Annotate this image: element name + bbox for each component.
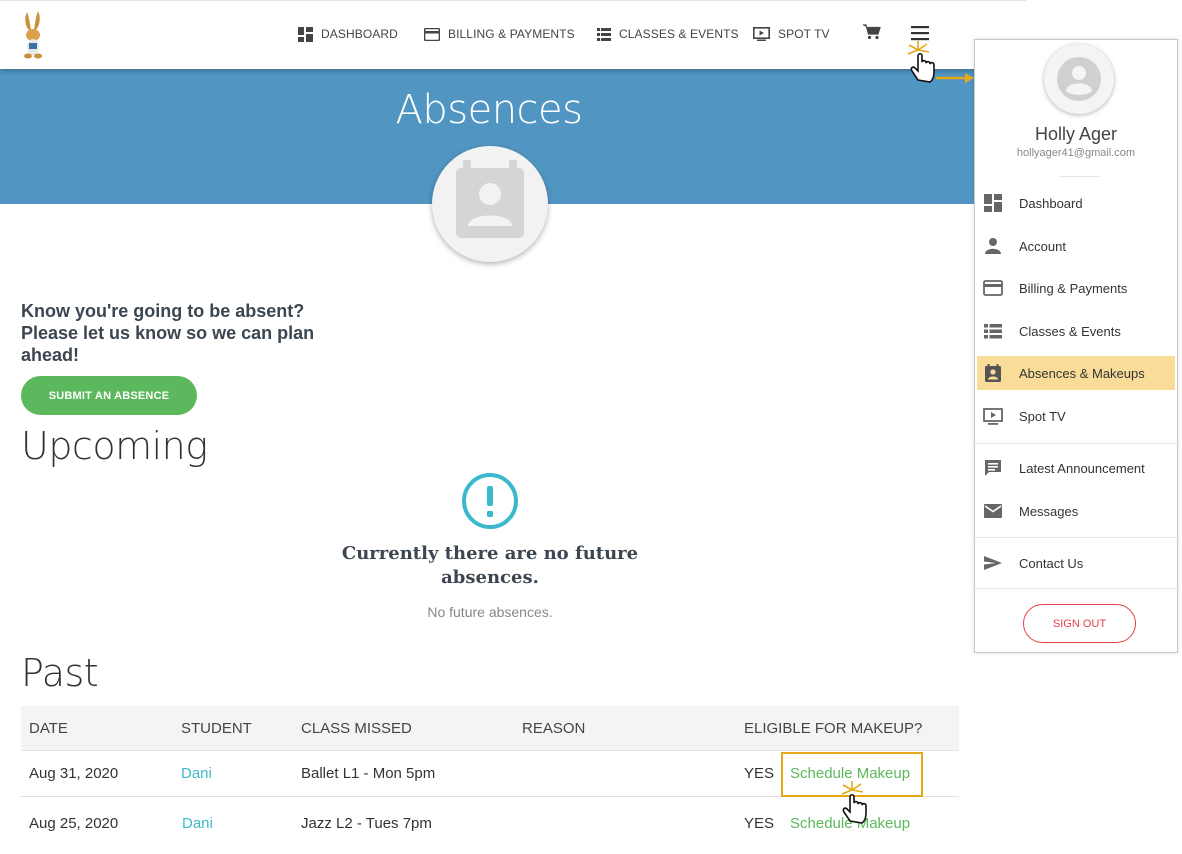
menu-divider [975, 537, 1177, 538]
user-avatar[interactable] [1044, 44, 1114, 114]
menu-divider [975, 443, 1177, 444]
row-date: Aug 25, 2020 [29, 815, 119, 832]
menu-item-spottv[interactable]: Spot TV [977, 399, 1175, 433]
row-student-link[interactable]: Dani [182, 815, 213, 832]
sign-out-button[interactable]: SIGN OUT [1023, 604, 1136, 643]
send-icon [984, 556, 1002, 570]
nav-dashboard[interactable]: DASHBOARD [298, 22, 398, 46]
user-menu-panel: Holly Ager hollyager41@gmail.com Dashboa… [974, 39, 1178, 653]
col-reason: REASON [522, 720, 586, 737]
menu-item-label: Billing & Payments [1019, 280, 1128, 296]
credit-card-icon [983, 280, 1003, 296]
nav-billing[interactable]: BILLING & PAYMENTS [424, 22, 575, 46]
top-divider [0, 0, 1026, 1]
absence-avatar [432, 146, 548, 262]
col-student: STUDENT [181, 720, 252, 737]
bunny-logo[interactable] [18, 10, 48, 60]
menu-item-label: Contact Us [1019, 555, 1084, 571]
person-icon [1057, 57, 1101, 101]
table-header: DATE STUDENT CLASS MISSED REASON ELIGIBL… [21, 706, 959, 751]
cart-icon[interactable] [863, 24, 881, 40]
tv-play-icon [753, 27, 770, 41]
credit-card-icon [424, 27, 440, 41]
person-icon [985, 238, 1001, 254]
row-student-link[interactable]: Dani [181, 765, 212, 782]
row-eligible: YES [744, 815, 775, 832]
menu-item-label: Spot TV [1019, 408, 1066, 424]
menu-item-classes[interactable]: Classes & Events [977, 314, 1175, 348]
menu-divider [1059, 176, 1099, 177]
calendar-person-icon [985, 364, 1001, 382]
tv-play-icon [983, 408, 1003, 425]
user-name: Holly Ager [1034, 124, 1118, 144]
row-class: Jazz L2 - Tues 7pm [301, 815, 432, 832]
nav-classes-label: CLASSES & EVENTS [619, 27, 739, 41]
dashboard-icon [298, 26, 313, 42]
menu-divider [975, 588, 1177, 589]
hamburger-menu-icon[interactable] [910, 25, 930, 41]
nav-billing-label: BILLING & PAYMENTS [448, 27, 575, 41]
menu-item-label: Latest Announcement [1019, 460, 1145, 476]
click-hand-icon [841, 781, 867, 824]
no-future-absences-title: Currently there are no future absences. [341, 543, 639, 588]
exclamation-circle-icon [462, 473, 518, 529]
list-icon [597, 27, 611, 41]
nav-dashboard-label: DASHBOARD [321, 27, 398, 41]
table-row: Aug 25, 2020 Dani Jazz L2 - Tues 7pm YES… [21, 797, 959, 854]
row-class: Ballet L1 - Mon 5pm [301, 765, 436, 782]
calendar-person-icon [456, 160, 524, 238]
menu-item-label: Absences & Makeups [1019, 365, 1145, 381]
col-date: DATE [29, 720, 68, 737]
menu-item-dashboard[interactable]: Dashboard [977, 186, 1175, 220]
menu-item-announcement[interactable]: Latest Announcement [977, 451, 1175, 485]
menu-item-billing[interactable]: Billing & Payments [977, 271, 1175, 305]
menu-item-absences[interactable]: Absences & Makeups [977, 356, 1175, 390]
row-date: Aug 31, 2020 [29, 765, 119, 782]
col-eligible: ELIGIBLE FOR MAKEUP? [744, 720, 923, 737]
callout-arrow [936, 73, 974, 83]
announcement-icon [985, 460, 1001, 476]
menu-item-label: Account [1019, 238, 1066, 254]
upcoming-heading: Upcoming [21, 424, 208, 468]
dashboard-icon [984, 194, 1002, 212]
past-heading: Past [21, 651, 99, 695]
row-eligible: YES [744, 765, 775, 782]
user-email: hollyager41@gmail.com [1016, 147, 1136, 159]
menu-item-contact[interactable]: Contact Us [977, 546, 1175, 580]
click-hand-icon [907, 41, 935, 83]
submit-absence-button[interactable]: SUBMIT AN ABSENCE [21, 376, 197, 415]
absence-intro-text: Know you're going to be absent? Please l… [21, 301, 315, 365]
nav-classes[interactable]: CLASSES & EVENTS [597, 22, 739, 46]
mail-icon [984, 504, 1002, 518]
menu-item-label: Classes & Events [1019, 323, 1121, 339]
nav-spottv-label: SPOT TV [778, 27, 830, 41]
menu-item-messages[interactable]: Messages [977, 494, 1175, 528]
no-future-absences-subtext: No future absences. [427, 604, 553, 620]
page-title: Absences [395, 87, 584, 133]
nav-spottv[interactable]: SPOT TV [753, 22, 830, 46]
menu-item-account[interactable]: Account [977, 229, 1175, 263]
portal-page: DASHBOARD BILLING & PAYMENTS CLASSES & E… [0, 0, 1000, 854]
col-class-missed: CLASS MISSED [301, 720, 412, 737]
top-navbar: DASHBOARD BILLING & PAYMENTS CLASSES & E… [0, 0, 1000, 69]
menu-item-label: Dashboard [1019, 195, 1083, 211]
menu-item-label: Messages [1019, 503, 1079, 519]
list-icon [984, 324, 1002, 339]
